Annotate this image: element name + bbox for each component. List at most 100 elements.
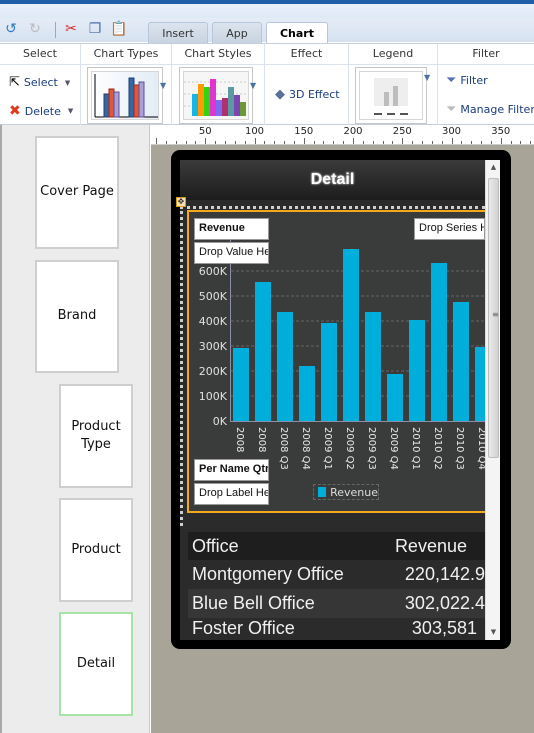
chart-bar[interactable] bbox=[475, 347, 485, 421]
page-thumb-label: Detail bbox=[76, 655, 116, 671]
drop-value-zone[interactable]: Drop Value Here bbox=[194, 242, 269, 264]
ruler-label: 300 bbox=[441, 126, 462, 137]
manage-filters-label: Manage Filters bbox=[460, 103, 534, 116]
funnel-outline-icon: ⏷ bbox=[446, 102, 457, 117]
ruler-label: 100 bbox=[244, 126, 265, 137]
ruler-tick bbox=[195, 141, 197, 144]
chart-bar[interactable] bbox=[255, 282, 271, 421]
chart-bar[interactable] bbox=[387, 374, 403, 421]
scissors-icon[interactable]: ✂ bbox=[62, 20, 80, 38]
table-row[interactable]: Foster Office 303,581 bbox=[188, 618, 485, 638]
manage-filters-button[interactable]: ⏷ Manage Filters bbox=[446, 102, 534, 117]
chart-bar[interactable] bbox=[343, 249, 359, 421]
ruler-tick bbox=[313, 141, 315, 144]
paste-icon[interactable]: 📋 bbox=[110, 20, 128, 38]
ruler-tick bbox=[382, 141, 384, 144]
ruler-label: 200 bbox=[343, 126, 363, 137]
copy-icon[interactable]: ❐ bbox=[86, 20, 104, 38]
tab-insert[interactable]: Insert bbox=[148, 22, 208, 43]
y-tick-label: 0K bbox=[213, 415, 228, 428]
group-label: Chart Types bbox=[93, 47, 159, 60]
chart-bar[interactable] bbox=[365, 312, 381, 421]
chart-bar[interactable] bbox=[409, 320, 425, 421]
page-thumb-label: Product Type bbox=[71, 418, 121, 452]
y-tick-label: 500K bbox=[199, 290, 228, 303]
select-label: Select bbox=[23, 76, 58, 89]
ruler-tick bbox=[412, 141, 414, 144]
x-tick-label: 2009 Q3 bbox=[366, 427, 377, 470]
ruler-tick bbox=[156, 138, 157, 144]
select-button[interactable]: ⇱ Select ▼ bbox=[9, 75, 70, 90]
chart-style-preview-icon bbox=[184, 79, 248, 116]
chart-styles-dropdown-icon[interactable]: ▼ bbox=[250, 81, 256, 90]
ruler-tick bbox=[224, 141, 226, 144]
chart-bar[interactable] bbox=[321, 323, 337, 421]
group-label: Chart Styles bbox=[184, 47, 252, 60]
redo-icon[interactable]: ↻ bbox=[26, 20, 44, 38]
column-header-revenue[interactable]: Revenue bbox=[395, 536, 467, 557]
label-field-dropzone[interactable]: Per Name Qtr bbox=[194, 459, 269, 481]
filter-button[interactable]: ⏷ Filter bbox=[446, 73, 488, 88]
group-label: Filter bbox=[472, 47, 500, 60]
scroll-down-icon[interactable]: ▼ bbox=[486, 625, 501, 640]
table-header-row: Office Revenue bbox=[188, 532, 485, 560]
legend-preview-icon bbox=[374, 78, 408, 115]
filter-label: Filter bbox=[460, 74, 488, 87]
screen-vertical-scrollbar[interactable]: ▲ ≡ ▼ bbox=[485, 160, 500, 640]
ruler-tick bbox=[343, 141, 345, 144]
chart-bar[interactable] bbox=[453, 302, 469, 421]
column-chart-icon bbox=[94, 74, 158, 118]
chart-bar[interactable] bbox=[277, 312, 293, 421]
ribbon-group-filter: Filter ⏷ Filter ⏷ Manage Filters bbox=[438, 44, 534, 126]
tab-app[interactable]: App bbox=[212, 22, 262, 43]
page-thumb-product-type[interactable]: Product Type bbox=[59, 384, 133, 488]
chart-types-dropdown-icon[interactable]: ▼ bbox=[160, 81, 166, 90]
column-header-office[interactable]: Office bbox=[192, 536, 388, 557]
ruler-tick bbox=[461, 141, 463, 144]
chart-type-gallery[interactable] bbox=[87, 67, 163, 124]
drop-label-label: Drop Label Here bbox=[199, 487, 269, 499]
move-handle-icon[interactable]: ✥ bbox=[176, 197, 186, 207]
page-thumb-detail[interactable]: Detail bbox=[59, 612, 133, 716]
tab-chart[interactable]: Chart bbox=[266, 22, 328, 44]
legend-gallery[interactable] bbox=[355, 67, 427, 124]
table-row[interactable]: Montgomery Office 220,142.9 bbox=[188, 560, 485, 589]
chart-bar[interactable] bbox=[431, 263, 447, 421]
ruler-tick bbox=[175, 141, 177, 144]
ruler-tick bbox=[254, 138, 256, 144]
x-tick-label: 2009 Q2 bbox=[344, 427, 355, 470]
y-tick-label: 100K bbox=[199, 390, 228, 403]
ruler-tick bbox=[353, 138, 354, 144]
ruler-tick bbox=[520, 141, 522, 144]
drop-series-zone[interactable]: Drop Series Here bbox=[414, 218, 485, 240]
x-tick-label: 2008 Q3 bbox=[278, 427, 289, 470]
delete-x-icon: ✖ bbox=[9, 103, 21, 119]
scroll-up-icon[interactable]: ▲ bbox=[486, 160, 501, 175]
drop-value-label: Drop Value Here bbox=[199, 246, 269, 258]
legend-dropdown-icon[interactable]: ▼ bbox=[424, 73, 430, 82]
ruler-tick bbox=[372, 141, 374, 144]
chart-bar[interactable] bbox=[233, 348, 249, 421]
table-row[interactable]: Blue Bell Office 302,022.4 bbox=[188, 589, 485, 618]
x-tick-label: 2010 Q3 bbox=[454, 427, 465, 470]
chart-bar[interactable] bbox=[299, 366, 315, 421]
chart-style-gallery[interactable] bbox=[179, 67, 253, 124]
undo-icon[interactable]: ↺ bbox=[2, 20, 20, 38]
delete-label: Delete bbox=[24, 104, 61, 118]
ruler-tick bbox=[500, 138, 502, 144]
delete-button[interactable]: ✖ Delete ▼ bbox=[9, 103, 73, 119]
page-thumb-cover-page[interactable]: Cover Page bbox=[35, 136, 119, 249]
value-field-dropzone[interactable]: Revenue bbox=[194, 218, 269, 240]
x-tick-label: 2008 bbox=[256, 427, 267, 452]
label-field-label: Per Name Qtr bbox=[199, 463, 269, 475]
ruler-tick bbox=[185, 141, 187, 144]
x-tick-label: 2009 Q1 bbox=[322, 427, 333, 470]
grip-icon: ≡ bbox=[492, 310, 499, 319]
office-cell: Foster Office bbox=[192, 618, 295, 638]
office-cell: Blue Bell Office bbox=[192, 593, 315, 613]
page-thumb-brand[interactable]: Brand bbox=[35, 260, 119, 373]
page-thumb-product[interactable]: Product bbox=[59, 498, 133, 602]
drop-label-zone[interactable]: Drop Label Here bbox=[194, 483, 269, 505]
3d-effect-button[interactable]: ◆ 3D Effect bbox=[275, 87, 340, 102]
scrollbar-thumb[interactable]: ≡ bbox=[488, 178, 499, 458]
